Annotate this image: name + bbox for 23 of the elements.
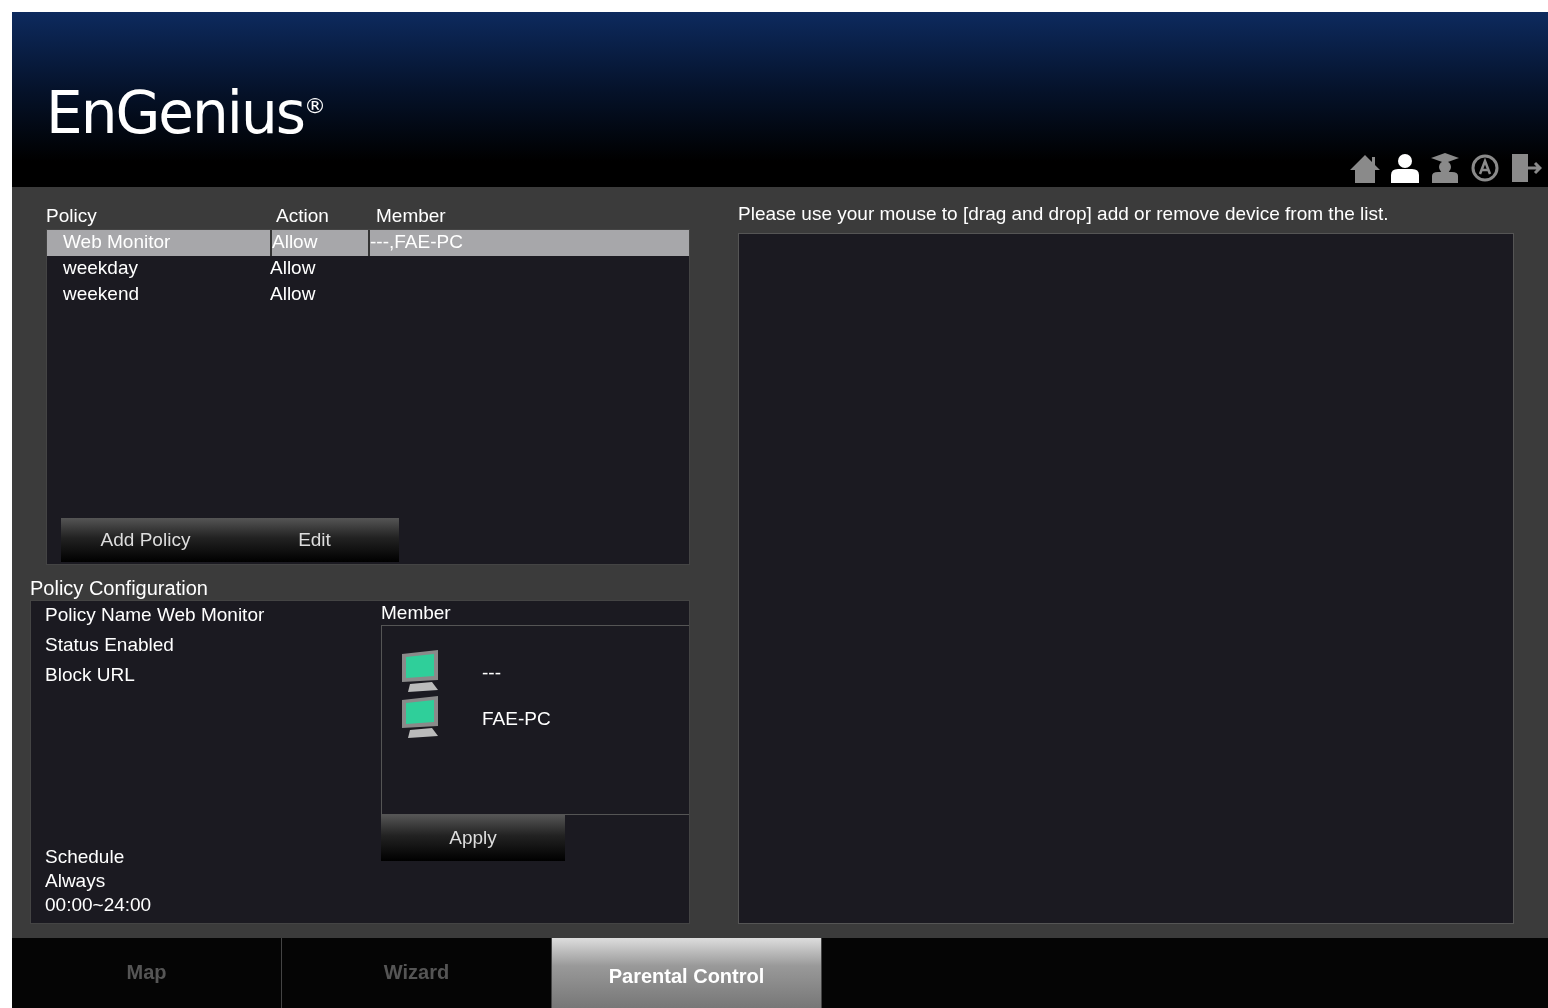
logo: EnGenius$^{®}$ <box>46 79 324 147</box>
table-cell[interactable]: Allow <box>270 256 368 282</box>
member-name: --- <box>482 661 502 685</box>
table-cell[interactable]: Allow <box>270 282 368 308</box>
config-field: Policy Name Web Monitor <box>45 603 381 627</box>
schedule-text: 00:00~24:00 <box>45 893 153 917</box>
config-field: Block URL <box>45 663 381 687</box>
table-cell[interactable]: weekday <box>47 256 270 282</box>
instruction-text: Please use your mouse to [drag and drop] add or remove device from the list. <box>738 202 1390 226</box>
section-title: Policy Configuration <box>30 576 209 600</box>
column-header: Policy <box>46 205 98 227</box>
column-header: Action <box>276 205 330 227</box>
schedule-text: Always <box>45 869 107 893</box>
user-icon[interactable] <box>1388 151 1422 185</box>
toolbar-button[interactable]: Edit <box>230 518 399 562</box>
toolbar-button[interactable]: Add Policy <box>61 518 230 562</box>
table-cell[interactable]: weekend <box>47 282 270 308</box>
schedule-text: Schedule <box>45 845 126 869</box>
apply-button[interactable]: Apply <box>381 815 565 861</box>
member-label: Member <box>381 601 452 625</box>
column-header: Member <box>376 205 447 227</box>
member-name: FAE-PC <box>482 707 552 731</box>
config-field: Status Enabled <box>45 633 381 657</box>
